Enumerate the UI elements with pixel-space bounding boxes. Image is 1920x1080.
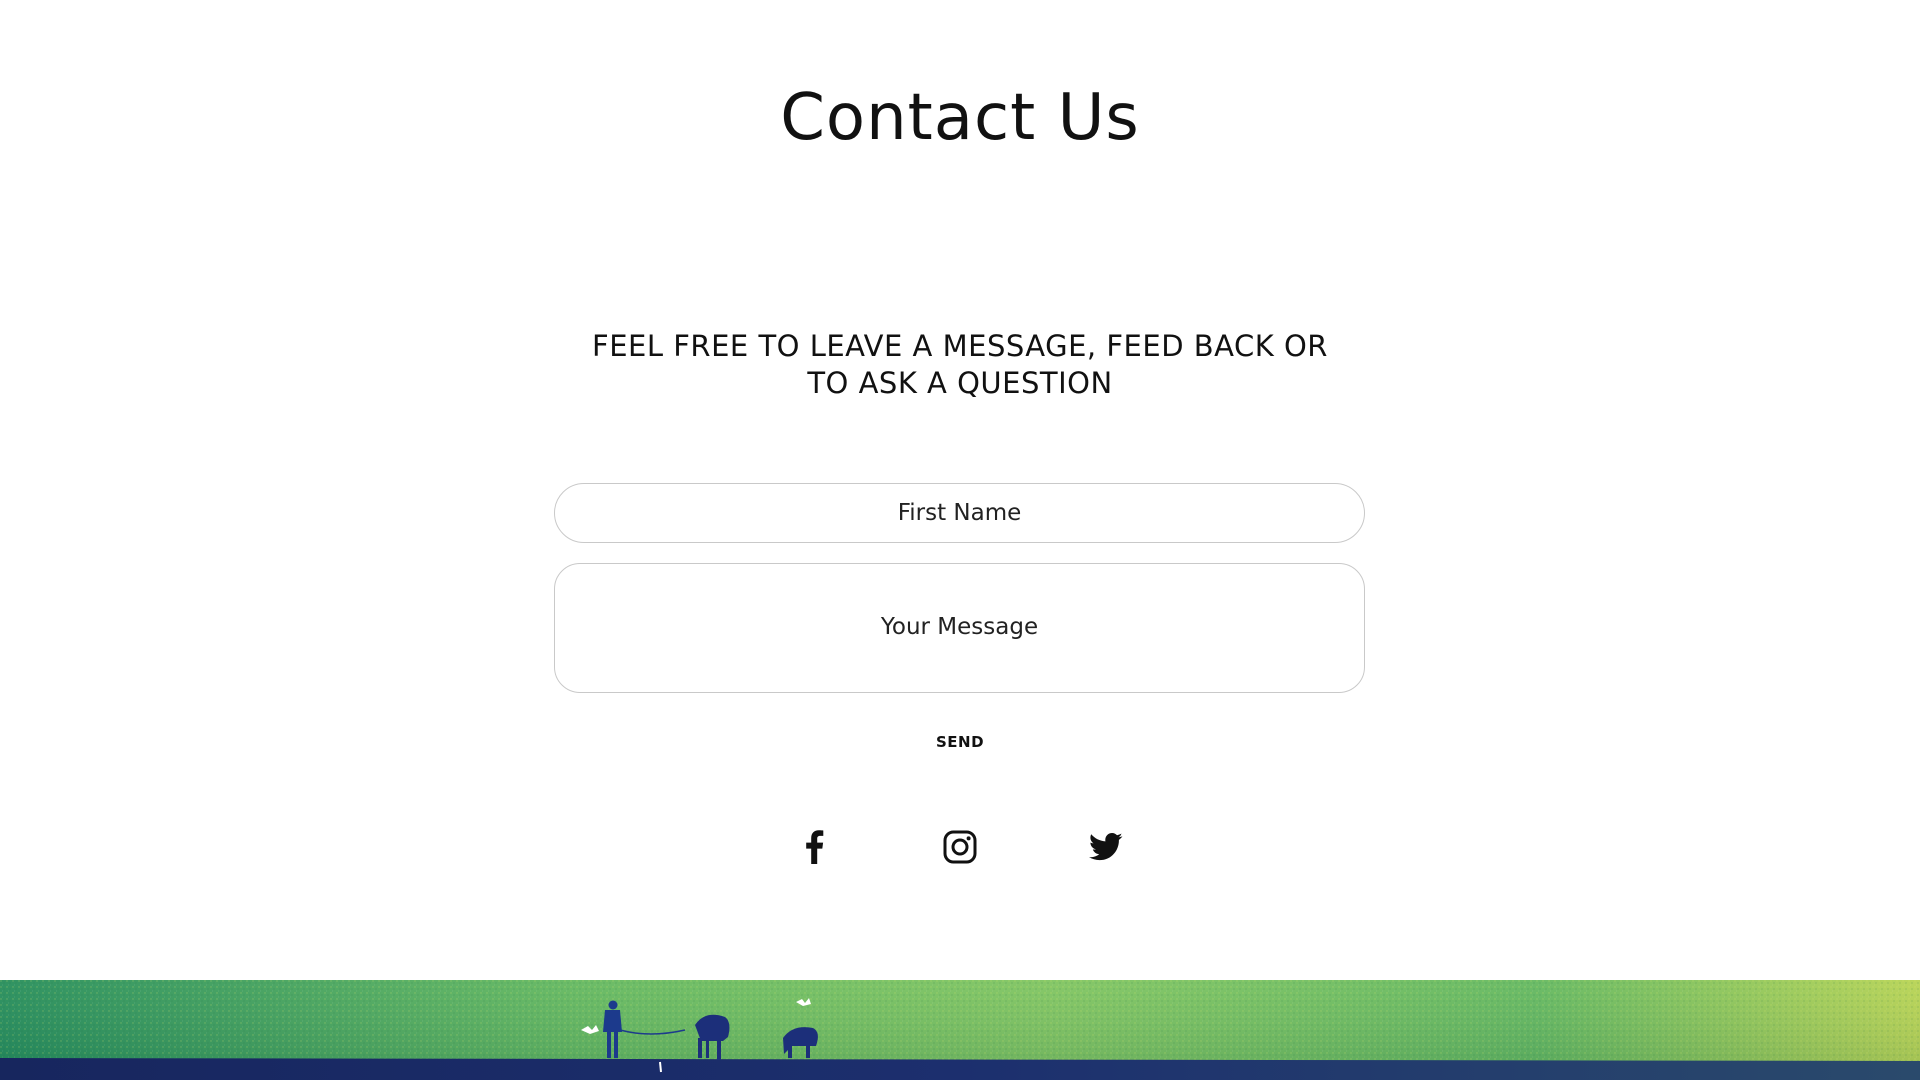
twitter-icon — [1089, 832, 1123, 861]
instagram-link[interactable] — [940, 827, 980, 867]
intro-line-1: FEEL FREE TO LEAVE A MESSAGE, FEED BACK … — [592, 329, 1328, 363]
contact-page: Contact Us FEEL FREE TO LEAVE A MESSAGE,… — [0, 0, 1920, 1080]
intro-text: FEEL FREE TO LEAVE A MESSAGE, FEED BACK … — [560, 328, 1360, 402]
message-textarea[interactable] — [554, 563, 1365, 693]
social-links — [0, 827, 1920, 867]
first-name-input[interactable] — [554, 483, 1365, 543]
twitter-link[interactable] — [1086, 827, 1126, 867]
instagram-icon — [943, 830, 977, 864]
intro-line-2: TO ASK A QUESTION — [807, 366, 1113, 400]
page-title: Contact Us — [780, 81, 1140, 155]
facebook-link[interactable] — [794, 827, 834, 867]
footer-landscape-banner — [0, 980, 1920, 1080]
send-button[interactable]: SEND — [860, 730, 1060, 754]
facebook-icon — [806, 830, 824, 864]
